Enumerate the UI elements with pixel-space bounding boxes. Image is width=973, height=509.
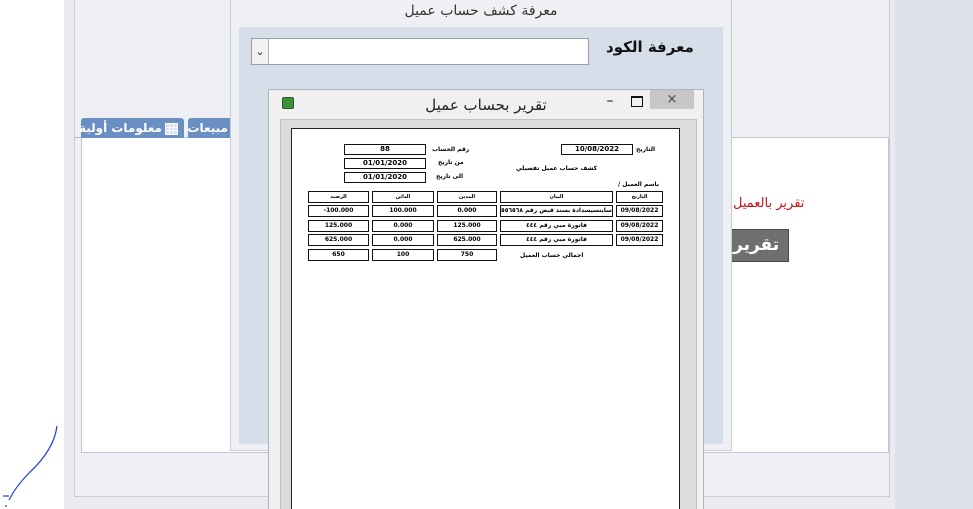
- table-cell-date: 09/08/2022: [616, 234, 663, 246]
- table-cell-balance: 625.000: [308, 234, 369, 246]
- tab-basic-info[interactable]: معلومات أولية: [79, 118, 184, 138]
- statement-title: كشف حساب عميل تفصيلي: [516, 165, 598, 172]
- total-credit: 100: [372, 249, 434, 261]
- table-cell-balance: 125.000: [308, 220, 369, 232]
- account-number-value: 88: [344, 144, 426, 155]
- table-cell-credit: 0.000: [372, 220, 434, 232]
- code-label: معرفة الكود: [606, 38, 694, 56]
- table-cell-debit: 625.000: [437, 234, 497, 246]
- to-date-value: 01/01/2020: [344, 172, 426, 183]
- table-cell-description: فاتورة مبي رقم ٤٤٤: [500, 220, 613, 232]
- table-cell-description: فاتورة مبي رقم ٤٤٤: [500, 234, 613, 246]
- totals-label: اجمالي حساب العميل: [520, 252, 584, 259]
- table-cell-credit: 100.000: [372, 205, 434, 217]
- chevron-down-icon[interactable]: ⌄: [252, 39, 269, 64]
- close-button[interactable]: ×: [650, 90, 694, 109]
- total-debit: 750: [437, 249, 497, 261]
- table-cell-description: سايتسيسدادة بسند قبض رقم ٥٥٦٥٦٨: [500, 205, 613, 217]
- table-cell-date: 09/08/2022: [616, 205, 663, 217]
- table-cell-debit: 0.000: [437, 205, 497, 217]
- code-dropdown[interactable]: [251, 38, 589, 65]
- total-balance: 650: [308, 249, 369, 261]
- account-number-label: رقم الحساب: [432, 146, 470, 153]
- customer-report-label: تقرير بالعميل: [733, 196, 805, 211]
- from-date-value: 01/01/2020: [344, 158, 426, 169]
- column-header-date: التاريخ: [616, 191, 663, 203]
- maximize-button[interactable]: [626, 92, 648, 110]
- column-header-debit: المدين: [437, 191, 497, 203]
- table-cell-credit: 0.000: [372, 234, 434, 246]
- report-date-label: التاريخ: [636, 146, 656, 153]
- dialog-title: معرفة كشف حساب عميل: [404, 3, 558, 19]
- column-header-description: البيان: [500, 191, 613, 203]
- report-date-value: 10/08/2022: [561, 144, 633, 155]
- grid-icon: [165, 122, 178, 135]
- maximize-icon: [631, 96, 643, 107]
- to-date-label: الى تاريخ: [436, 173, 464, 180]
- column-header-balance: الرصيد: [308, 191, 369, 203]
- minimize-button[interactable]: –: [596, 92, 624, 110]
- column-header-credit: الدائن: [372, 191, 434, 203]
- background-right-strip: [895, 0, 973, 509]
- tab-sales[interactable]: مبيعات: [188, 118, 234, 138]
- pen-stroke-annotation: [3, 425, 58, 507]
- report-button[interactable]: تقرير: [722, 229, 789, 262]
- from-date-label: من تاريخ: [438, 159, 464, 166]
- table-cell-date: 09/08/2022: [616, 220, 663, 232]
- table-cell-debit: 125.000: [437, 220, 497, 232]
- table-cell-balance: -100.000: [308, 205, 369, 217]
- customer-name-label: باسم العميل /: [618, 181, 660, 188]
